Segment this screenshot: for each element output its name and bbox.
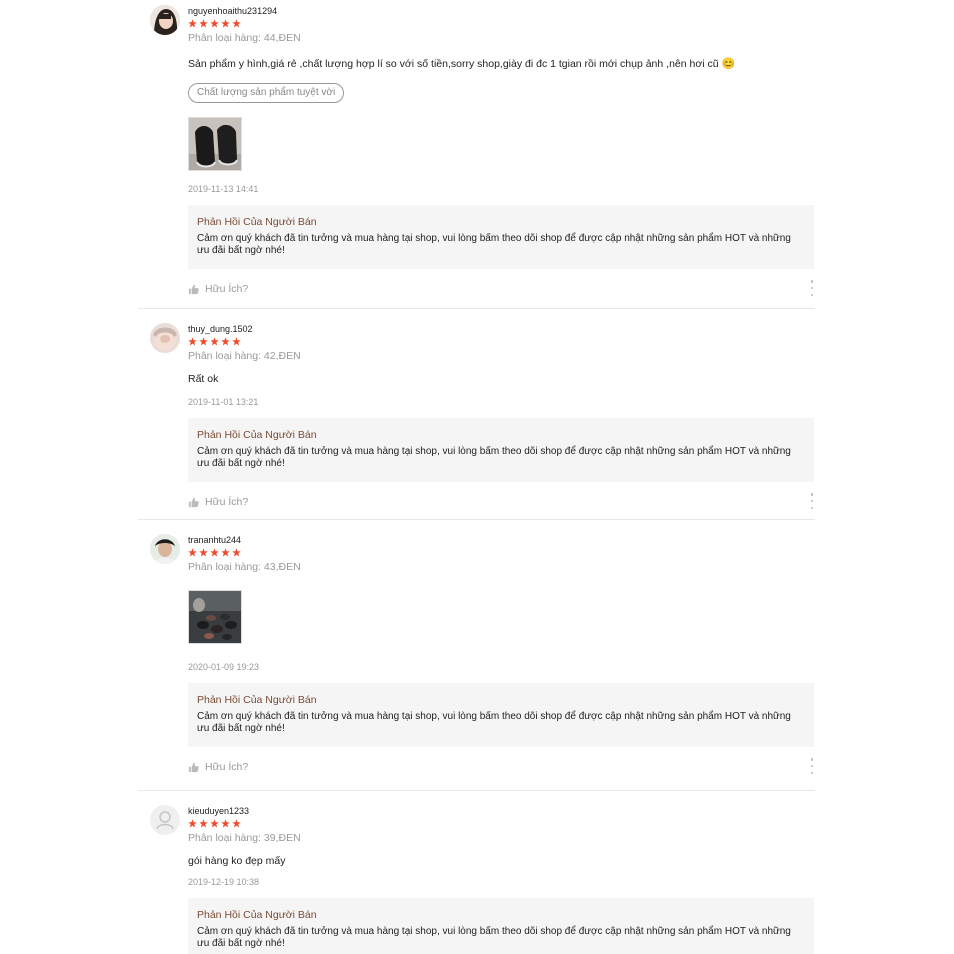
more-options-icon[interactable] [809, 493, 815, 509]
star-icon [232, 548, 241, 557]
review-item: thuy_dung.1502 Phân loại hàng: 42,ĐEN Rấ… [138, 309, 815, 520]
star-icon [221, 337, 230, 346]
more-options-icon[interactable] [809, 280, 815, 296]
seller-reply-text: Cảm ơn quý khách đã tin tưởng và mua hàn… [197, 711, 791, 734]
review-text-body: Sản phẩm y hình,giá rẻ ,chất lượng hợp l… [188, 58, 719, 70]
review-text: Sản phẩm y hình,giá rẻ ,chất lượng hợp l… [188, 57, 815, 71]
thumbs-up-icon [188, 497, 199, 507]
seller-reply-title: Phản Hồi Của Người Bán [197, 909, 317, 921]
variant-label: Phân loại hàng: 42,ĐEN [188, 350, 301, 362]
star-icon [221, 19, 230, 28]
star-icon [188, 819, 197, 828]
star-icon [199, 19, 208, 28]
star-icon [188, 548, 197, 557]
avatar[interactable] [150, 323, 180, 353]
more-options-icon[interactable] [809, 758, 815, 774]
review-photo[interactable] [188, 590, 242, 644]
review-list: nguyenhoaithu231294 Phân loại hàng: 44,Đ… [138, 0, 815, 954]
username[interactable]: thuy_dung.1502 [188, 323, 815, 335]
review-item: nguyenhoaithu231294 Phân loại hàng: 44,Đ… [138, 0, 815, 309]
helpful-button[interactable]: Hữu Ích? [188, 496, 248, 508]
review-item: kieuduyen1233 Phân loại hàng: 39,ĐEN gói… [138, 791, 815, 954]
star-icon [188, 337, 197, 346]
review-text: gói hàng ko đẹp mấy [188, 855, 286, 867]
helpful-button[interactable]: Hữu Ích? [188, 283, 248, 295]
username[interactable]: nguyenhoaithu231294 [188, 5, 815, 17]
star-icon [210, 19, 219, 28]
avatar[interactable] [150, 805, 180, 835]
review-date: 2019-11-13 14:41 [188, 184, 259, 194]
seller-reply: Phản Hồi Của Người Bán Cảm ơn quý khách … [188, 205, 814, 269]
variant-label: Phân loại hàng: 39,ĐEN [188, 832, 301, 844]
star-icon [221, 548, 230, 557]
username[interactable]: trananhtu244 [188, 534, 815, 546]
star-icon [232, 337, 241, 346]
thumbs-up-icon [188, 762, 199, 772]
username[interactable]: kieuduyen1233 [188, 805, 815, 817]
review-date: 2020-01-09 19:23 [188, 662, 260, 672]
seller-reply-text: Cảm ơn quý khách đã tin tưởng và mua hàn… [197, 233, 791, 256]
helpful-label: Hữu Ích? [205, 496, 249, 508]
review-photo[interactable] [188, 117, 242, 171]
quality-tag: Chất lượng sản phẩm tuyệt vời [188, 83, 345, 103]
review-date: 2019-12-19 10:38 [188, 877, 260, 887]
star-icon [199, 548, 208, 557]
seller-reply: Phản Hồi Của Người Bán Cảm ơn quý khách … [188, 683, 814, 747]
seller-reply-text: Cảm ơn quý khách đã tin tưởng và mua hàn… [197, 446, 791, 469]
smile-emoji: 😊 [721, 58, 736, 70]
star-icon [221, 819, 230, 828]
avatar[interactable] [150, 5, 180, 35]
seller-reply-title: Phản Hồi Của Người Bán [197, 429, 317, 441]
review-date: 2019-11-01 13:21 [188, 397, 259, 407]
seller-reply-title: Phản Hồi Của Người Bán [197, 694, 317, 706]
avatar[interactable] [150, 534, 180, 564]
star-icon [188, 19, 197, 28]
star-rating [188, 19, 815, 29]
star-rating [188, 337, 815, 347]
helpful-label: Hữu Ích? [205, 761, 249, 773]
star-icon [210, 337, 219, 346]
seller-reply-title: Phản Hồi Của Người Bán [197, 216, 317, 228]
star-icon [199, 337, 208, 346]
variant-label: Phân loại hàng: 43,ĐEN [188, 561, 301, 573]
seller-reply: Phản Hồi Của Người Bán Cảm ơn quý khách … [188, 418, 814, 482]
helpful-button[interactable]: Hữu Ích? [188, 761, 248, 773]
seller-reply: Phản Hồi Của Người Bán Cảm ơn quý khách … [188, 898, 814, 954]
star-icon [232, 819, 241, 828]
helpful-label: Hữu Ích? [205, 283, 249, 295]
star-rating [188, 548, 815, 558]
review-item: trananhtu244 Phân loại hàng: 43,ĐEN 2020… [138, 520, 815, 791]
thumbs-up-icon [188, 284, 199, 294]
star-icon [199, 819, 208, 828]
review-text: Rất ok [188, 373, 219, 385]
variant-label: Phân loại hàng: 44,ĐEN [188, 32, 301, 44]
star-icon [232, 19, 241, 28]
star-icon [210, 548, 219, 557]
star-rating [188, 819, 815, 829]
star-icon [210, 819, 219, 828]
seller-reply-text: Cảm ơn quý khách đã tin tưởng và mua hàn… [197, 926, 791, 949]
